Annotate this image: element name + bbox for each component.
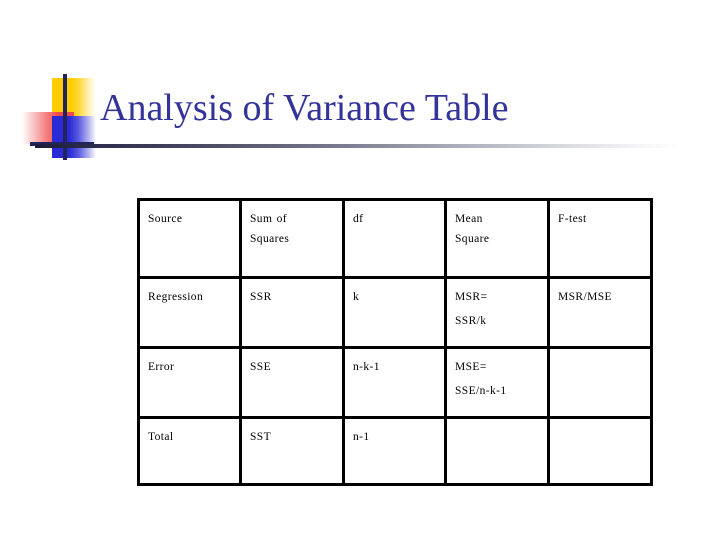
cell-error-ss: SSE xyxy=(239,346,345,419)
cell-text: n-k-1 xyxy=(353,361,380,373)
cell-regression-df: k xyxy=(342,276,447,349)
cell-error-ms: MSE= SSE/n-k-1 xyxy=(444,346,550,419)
cell-text: MSR= xyxy=(455,291,488,303)
cell-text: Square xyxy=(455,233,490,245)
cell-text: Regression xyxy=(148,291,204,303)
slide-canvas: Analysis of Variance Table Source Sum of… xyxy=(0,0,720,540)
cell-text: Squares xyxy=(250,233,290,245)
cell-error-df: n-k-1 xyxy=(342,346,447,419)
cell-text: n-1 xyxy=(353,431,370,443)
title-divider xyxy=(35,144,680,148)
header-cell-df: df xyxy=(342,198,447,279)
cell-total-ss: SST xyxy=(239,416,345,486)
cell-total-ms xyxy=(444,416,550,486)
cell-error-source: Error xyxy=(137,346,242,419)
table-row: Error SSE n-k-1 MSE= SSE/n-k-1 xyxy=(137,346,653,419)
page-title: Analysis of Variance Table xyxy=(100,87,509,129)
header-cell-source: Source xyxy=(137,198,242,279)
table-row: Total SST n-1 xyxy=(137,416,653,486)
cell-text: F-test xyxy=(558,213,587,225)
cell-text: Sum of xyxy=(250,213,287,225)
cell-regression-source: Regression xyxy=(137,276,242,349)
cell-text: SSR xyxy=(250,291,272,303)
cell-text: MSR/MSE xyxy=(558,291,612,303)
header-cell-mean-square: Mean Square xyxy=(444,198,550,279)
cell-error-f xyxy=(547,346,653,419)
cell-text: SSR/k xyxy=(455,315,487,327)
anova-table: Source Sum of Squares df Mean Square F-t… xyxy=(137,198,653,486)
cell-text: MSE= xyxy=(455,361,487,373)
cell-text: SST xyxy=(250,431,272,443)
cell-total-source: Total xyxy=(137,416,242,486)
yellow-square-icon xyxy=(52,78,96,116)
cell-text: Mean xyxy=(455,213,483,225)
cell-regression-f: MSR/MSE xyxy=(547,276,653,349)
cell-total-f xyxy=(547,416,653,486)
cell-total-df: n-1 xyxy=(342,416,447,486)
cell-text: SSE/n-k-1 xyxy=(455,385,507,397)
cell-text: Error xyxy=(148,361,175,373)
cell-text: Source xyxy=(148,213,183,225)
cell-text: SSE xyxy=(250,361,272,373)
cell-text: k xyxy=(353,291,360,303)
table-header-row: Source Sum of Squares df Mean Square F-t… xyxy=(137,198,653,279)
blue-square-icon xyxy=(52,116,96,158)
header-cell-f-test: F-test xyxy=(547,198,653,279)
cell-regression-ss: SSR xyxy=(239,276,345,349)
cell-text: df xyxy=(353,213,364,225)
table-row: Regression SSR k MSR= SSR/k MSR/MSE xyxy=(137,276,653,349)
header-cell-sum-of-squares: Sum of Squares xyxy=(239,198,345,279)
cell-regression-ms: MSR= SSR/k xyxy=(444,276,550,349)
cell-text: Total xyxy=(148,431,174,443)
